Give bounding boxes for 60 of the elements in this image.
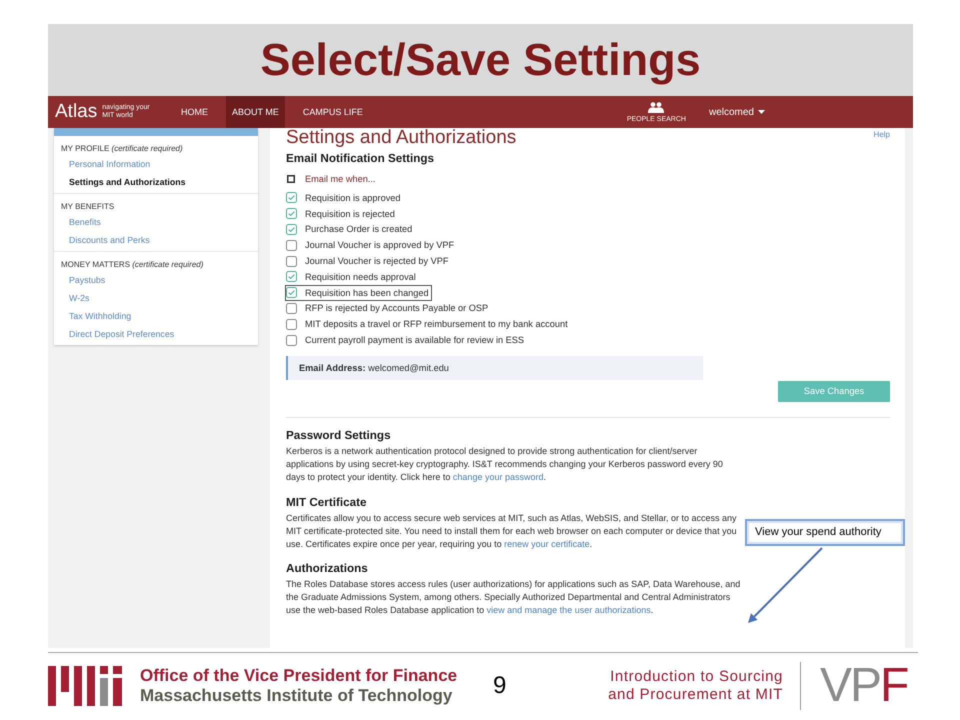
user-menu[interactable]: welcomed (708, 96, 765, 128)
sidebar-link[interactable]: Paystubs (54, 271, 258, 289)
checkbox[interactable] (286, 192, 297, 204)
sidebar-link[interactable]: Benefits (54, 213, 258, 231)
checkbox-option[interactable]: Purchase Order is created (285, 222, 416, 238)
checkbox-option[interactable]: Requisition is approved (285, 190, 404, 206)
slide-title: Select/Save Settings (260, 35, 701, 85)
section-heading: Password Settings (286, 428, 392, 444)
logo-text: VPF (820, 663, 908, 709)
select-all-option[interactable]: Email me when... (286, 171, 376, 186)
checkbox-option[interactable]: Requisition is rejected (285, 206, 398, 222)
checkbox-option[interactable]: Requisition needs approval (285, 268, 419, 285)
sidebar-link[interactable]: Settings and Authorizations (54, 173, 258, 191)
sidebar-link[interactable]: Discounts and Perks (54, 231, 258, 249)
logo-text[interactable]: Atlas (55, 101, 98, 123)
section-text: Kerberos is a network authentication protocol designed to provide strong authentication for client/server applications by using secret-key cryptography. IS&T recommends changing your Kerberos password every 90 days to protect your identity. Click here to change your password. (286, 445, 724, 484)
checkbox-option[interactable]: RFP is rejected by Accounts Payable or OSP (285, 300, 492, 316)
nav-tab[interactable]: CAMPUS LIFE (296, 96, 369, 128)
sidebar-link[interactable]: Tax Withholding (54, 307, 258, 325)
checkbox[interactable] (286, 302, 297, 314)
checkbox-option[interactable]: MIT deposits a travel or RFP reimbursement to my bank account (285, 316, 571, 332)
nav-tab[interactable]: HOME (175, 96, 214, 128)
sidebar-heading: MY PROFILE (certificate required) (60, 143, 184, 155)
checkbox[interactable] (286, 334, 297, 346)
checkbox[interactable] (286, 318, 297, 330)
people-icon (648, 102, 664, 112)
checkbox[interactable] (286, 224, 297, 235)
checkbox-option[interactable]: Journal Voucher is approved by VPF (285, 237, 458, 254)
section-text: Certificates allow you to access secure web services at MIT, such as Atlas, WebSIS, and Stellar, or to access any MIT certificate-protected site. You need to install them for each web browser on each computer or device that you use. Certificates expire once per year, requiring you to renew your certificate. (286, 512, 738, 551)
checkbox[interactable] (286, 208, 297, 220)
checkbox[interactable] (286, 287, 297, 298)
sidebar-link[interactable]: Direct Deposit Preferences (54, 325, 258, 343)
email-address-info: Email Address: welcomed@mit.edu (286, 356, 703, 380)
logo-icon (48, 666, 122, 706)
page-number: 9 (493, 672, 507, 700)
checkbox[interactable] (286, 240, 297, 251)
checkbox-option[interactable]: Requisition has been changed (285, 284, 432, 301)
text-link[interactable]: view and manage the user authorizations (486, 605, 651, 616)
checkbox-option[interactable]: Journal Voucher is rejected by VPF (285, 253, 452, 269)
sidebar-heading: MY BENEFITS (60, 201, 116, 213)
section-heading: Authorizations (286, 561, 369, 578)
section-heading: Email Notification Settings (286, 151, 436, 167)
caret-icon (758, 110, 765, 114)
institute-name: Massachusetts Institute of Technology (140, 686, 452, 706)
text-link[interactable]: change your password (452, 472, 544, 482)
checkbox[interactable] (286, 271, 297, 282)
checkbox-option[interactable]: Current payroll payment is available for review in ESS (285, 332, 528, 348)
nav-tab[interactable]: ABOUT ME (226, 96, 285, 128)
office-name: Office of the Vice President for Finance (140, 666, 458, 686)
page-title: Settings and Authorizations (286, 128, 516, 148)
callout-box: View your spend authority (745, 519, 905, 546)
checkbox[interactable] (286, 256, 297, 267)
checkbox[interactable] (287, 174, 295, 182)
sidebar-heading: MONEY MATTERS (certificate required) (60, 259, 204, 271)
section-text: The Roles Database stores access rules (user authorizations) for applications such as SAP, Data Warehouse, and the Graduate Admissions System, among others. Specially Authorized Departmental and Central Administrators use the web-based Roles Database application to view and manage the user authorizations. (286, 578, 742, 618)
section-heading: MIT Certificate (286, 494, 368, 511)
text-link[interactable]: renew your certificate (504, 538, 590, 549)
sidebar-link[interactable]: W-2s (54, 289, 258, 307)
course-title: Introduction to Sourcing and Procurement at MIT (607, 668, 783, 704)
sidebar-link[interactable]: Personal Information (54, 155, 258, 173)
